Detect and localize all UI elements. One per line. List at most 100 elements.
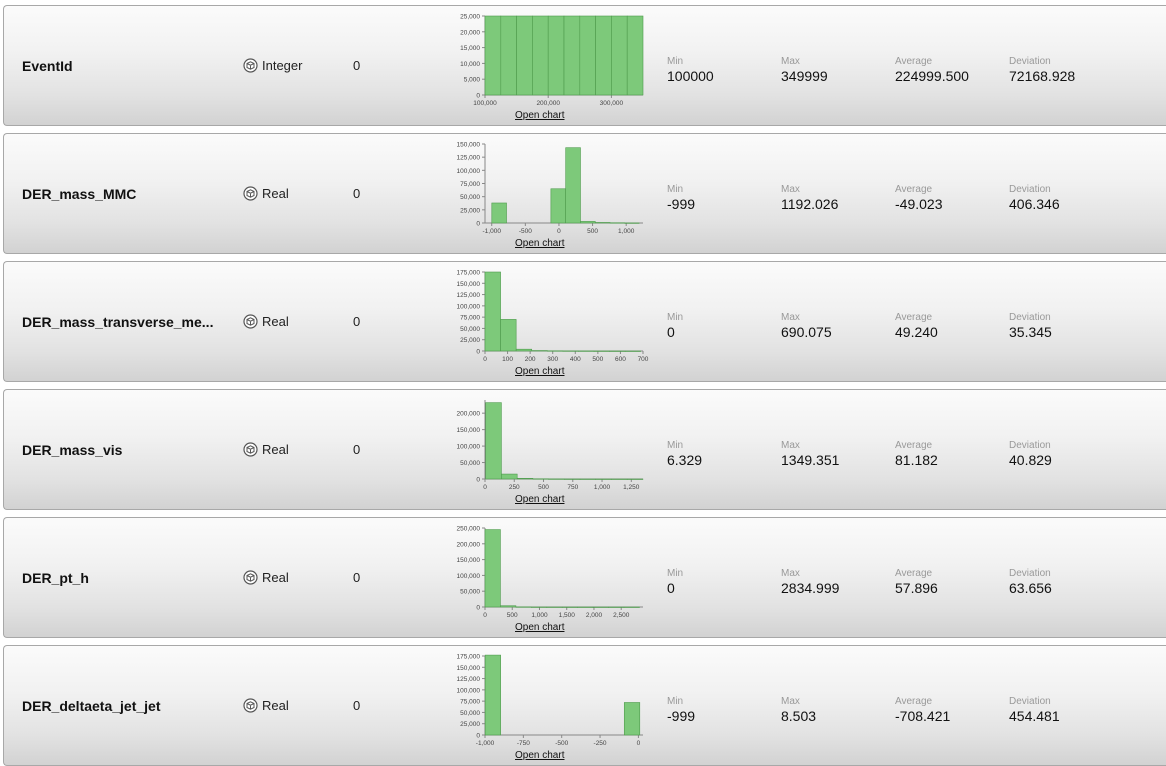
histogram-bar xyxy=(500,319,517,352)
stat-label: Max xyxy=(781,184,800,195)
y-tick-label: 10,000 xyxy=(460,61,480,68)
attribute-name: DER_pt_h xyxy=(22,570,89,586)
attribute-row[interactable]: DER_deltaeta_jet_jet Real 0 0 25,000 50,000 75… xyxy=(3,645,1166,766)
x-tick-label: 0 xyxy=(483,484,487,491)
stat-label: Average xyxy=(895,696,933,707)
stat-label: Min xyxy=(667,440,684,451)
x-tick-label: 1,500 xyxy=(559,612,576,619)
stat-min: Min 100000 xyxy=(667,56,714,84)
y-tick-label: 25,000 xyxy=(460,337,480,344)
x-tick-label: 200 xyxy=(525,356,536,363)
attribute-type-label: Integer xyxy=(262,58,303,73)
stat-average: Average 224999.500 xyxy=(895,56,969,84)
histogram-bar xyxy=(626,15,644,96)
missing-count: 0 xyxy=(353,442,361,457)
attribute-type-label: Real xyxy=(262,442,289,457)
open-chart-link[interactable]: Open chart xyxy=(515,494,564,505)
open-chart-link[interactable]: Open chart xyxy=(515,366,564,377)
cube-icon xyxy=(243,314,258,329)
attribute-name: DER_deltaeta_jet_jet xyxy=(22,698,161,714)
histogram-bar xyxy=(594,222,611,224)
x-tick-label: 500 xyxy=(538,484,549,491)
y-tick-label: 175,000 xyxy=(457,270,481,277)
missing-count: 0 xyxy=(353,58,361,73)
x-tick-label: 500 xyxy=(507,612,518,619)
histogram-bar xyxy=(623,702,641,736)
stat-label: Min xyxy=(667,568,684,579)
histogram-bar xyxy=(532,478,549,480)
attribute-row[interactable]: DER_pt_h Real 0 0 50,000 100,000 150,000 200,00… xyxy=(3,517,1166,638)
stat-label: Max xyxy=(781,568,800,579)
stat-value: -999 xyxy=(667,708,696,724)
stat-label: Deviation xyxy=(1009,568,1051,579)
attribute-row[interactable]: EventId Integer 0 0 5,000 10,000 15,000 20,000 2… xyxy=(3,5,1166,126)
y-tick-label: 100,000 xyxy=(457,687,481,694)
y-tick-label: 150,000 xyxy=(457,281,481,288)
open-chart-link[interactable]: Open chart xyxy=(515,238,564,249)
x-tick-label: 400 xyxy=(570,356,581,363)
x-tick-label: 2,000 xyxy=(586,612,603,619)
stat-label: Deviation xyxy=(1009,312,1051,323)
histogram-bar xyxy=(593,350,610,352)
stat-value: 406.346 xyxy=(1009,196,1060,212)
x-tick-label: 500 xyxy=(592,356,603,363)
stat-min: Min -999 xyxy=(667,696,695,724)
histogram-chart: 0 25,000 50,000 75,000 100,000 125,000 150,000… xyxy=(457,270,649,364)
x-tick-label: -500 xyxy=(519,228,532,235)
histogram-bar xyxy=(484,654,501,736)
x-tick-label: -250 xyxy=(594,740,607,747)
histogram-bar xyxy=(624,222,640,224)
attribute-type: Real xyxy=(243,186,289,201)
stat-label: Deviation xyxy=(1009,440,1051,451)
stat-label: Average xyxy=(895,440,933,451)
histogram-bar xyxy=(564,478,581,480)
x-tick-label: -750 xyxy=(517,740,530,747)
stat-label: Average xyxy=(895,312,933,323)
attribute-row[interactable]: DER_mass_vis Real 0 0 50,000 100,000 150,000 20… xyxy=(3,389,1166,510)
x-tick-label: 0 xyxy=(483,356,487,363)
stat-max: Max 349999 xyxy=(781,56,828,84)
stat-max: Max 1349.351 xyxy=(781,440,839,468)
x-tick-label: 0 xyxy=(637,740,641,747)
histogram-bar xyxy=(546,350,564,352)
x-tick-label: 0 xyxy=(557,228,561,235)
y-tick-label: 50,000 xyxy=(460,460,480,467)
y-tick-label: 20,000 xyxy=(460,29,480,36)
histogram-bar xyxy=(580,221,596,224)
histogram-bar xyxy=(515,348,533,352)
histogram-bar xyxy=(624,350,642,352)
histogram-bar xyxy=(578,350,595,352)
attribute-row[interactable]: DER_mass_transverse_me... Real 0 0 25,000 50,… xyxy=(3,261,1166,382)
histogram-bar xyxy=(550,188,566,224)
x-tick-label: 1,000 xyxy=(594,484,611,491)
cube-icon xyxy=(243,570,258,585)
missing-count: 0 xyxy=(353,698,361,713)
attribute-type-label: Real xyxy=(262,314,289,329)
stat-average: Average -49.023 xyxy=(895,184,942,212)
histogram-bar xyxy=(563,15,581,96)
y-tick-label: 200,000 xyxy=(457,411,481,418)
attribute-row[interactable]: DER_mass_MMC Real 0 0 25,000 50,000 75,000 100,… xyxy=(3,133,1166,254)
histogram-bar xyxy=(491,202,507,224)
stat-average: Average 57.896 xyxy=(895,568,938,596)
attribute-type: Integer xyxy=(243,58,302,73)
stat-label: Min xyxy=(667,184,684,195)
y-tick-label: 0 xyxy=(476,733,480,740)
attribute-type-label: Real xyxy=(262,570,289,585)
x-tick-label: 300 xyxy=(547,356,558,363)
missing-count: 0 xyxy=(353,186,361,201)
open-chart-link[interactable]: Open chart xyxy=(515,750,564,761)
x-tick-label: 1,000 xyxy=(531,612,548,619)
attribute-type: Real xyxy=(243,698,289,713)
attribute-type: Real xyxy=(243,314,289,329)
histogram-chart: 0 5,000 10,000 15,000 20,000 25,000 100,000 200… xyxy=(460,14,644,107)
stat-min: Min 0 xyxy=(667,568,683,596)
stat-value: 690.075 xyxy=(781,324,832,340)
attribute-type: Real xyxy=(243,442,289,457)
stat-deviation: Deviation 454.481 xyxy=(1009,696,1060,724)
stat-average: Average -708.421 xyxy=(895,696,950,724)
open-chart-link[interactable]: Open chart xyxy=(515,622,564,633)
y-tick-label: 25,000 xyxy=(460,207,480,214)
stat-value: 2834.999 xyxy=(781,580,840,596)
open-chart-link[interactable]: Open chart xyxy=(515,110,564,121)
